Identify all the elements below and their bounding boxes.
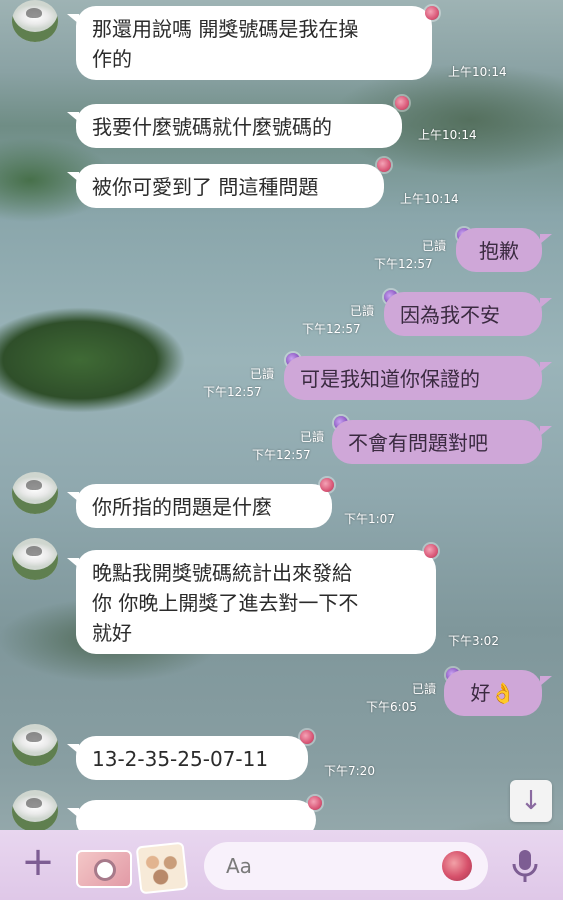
incoming-message-bubble[interactable]: 被你可愛到了 問這種問題: [67, 164, 384, 208]
outgoing-message-bubble[interactable]: 抱歉: [456, 228, 552, 272]
flower-sticker-icon: [377, 158, 391, 172]
read-receipt: 已讀: [421, 239, 446, 253]
flower-sticker-icon: [300, 730, 314, 744]
message-time: 下午12:57: [302, 322, 361, 336]
incoming-message-bubble[interactable]: 你所指的問題是什麼: [67, 484, 332, 528]
read-receipt: 已讀: [411, 682, 436, 696]
outgoing-message-bubble[interactable]: 因為我不安: [384, 292, 552, 336]
message-time: 上午10:14: [418, 128, 477, 142]
incoming-message-bubble[interactable]: 那還用說嗎 開獎號碼是我在操 作的: [67, 6, 432, 80]
message-time: 下午6:05: [366, 700, 417, 714]
incoming-message-bubble[interactable]: 13-2-35-25-07-11: [67, 736, 308, 780]
scroll-down-button[interactable]: ↓: [510, 780, 552, 822]
flower-sticker-icon: [424, 544, 438, 558]
flower-sticker-icon: [320, 478, 334, 492]
message-time: 下午12:57: [252, 448, 311, 462]
avatar[interactable]: [12, 724, 58, 766]
avatar[interactable]: [12, 0, 58, 42]
avatar[interactable]: [12, 472, 58, 514]
camera-icon[interactable]: [76, 850, 132, 888]
read-receipt: 已讀: [349, 304, 374, 318]
message-time: 下午1:07: [344, 512, 395, 526]
flower-sticker-icon: [308, 796, 322, 810]
read-receipt: 已讀: [299, 430, 324, 444]
flower-sticker-icon: [395, 96, 409, 110]
microphone-icon[interactable]: [508, 846, 542, 886]
avatar[interactable]: [12, 538, 58, 580]
message-time: 下午3:02: [448, 634, 499, 648]
sticker-icon[interactable]: [442, 851, 472, 881]
outgoing-message-bubble[interactable]: 可是我知道你保證的: [284, 356, 552, 400]
incoming-message-bubble[interactable]: 我要什麼號碼就什麼號碼的: [67, 104, 402, 148]
read-receipt: 已讀: [249, 367, 274, 381]
message-time: 下午12:57: [374, 257, 433, 271]
plus-icon[interactable]: +: [20, 842, 56, 882]
outgoing-message-bubble[interactable]: 不會有問題對吧: [332, 420, 552, 464]
message-time: 上午10:14: [448, 65, 507, 79]
arrow-down-icon: ↓: [520, 786, 542, 816]
message-time: 上午10:14: [400, 192, 459, 206]
outgoing-message-bubble[interactable]: 好👌: [444, 670, 552, 716]
avatar[interactable]: [12, 790, 58, 832]
photo-icon[interactable]: [135, 841, 189, 895]
message-time: 下午7:20: [324, 764, 375, 778]
message-input-bar: +: [0, 830, 563, 900]
incoming-message-bubble[interactable]: 晚點我開獎號碼統計出來發給 你 你晚上開獎了進去對一下不 就好: [67, 550, 436, 654]
message-time: 下午12:57: [203, 385, 262, 399]
flower-sticker-icon: [425, 6, 439, 20]
